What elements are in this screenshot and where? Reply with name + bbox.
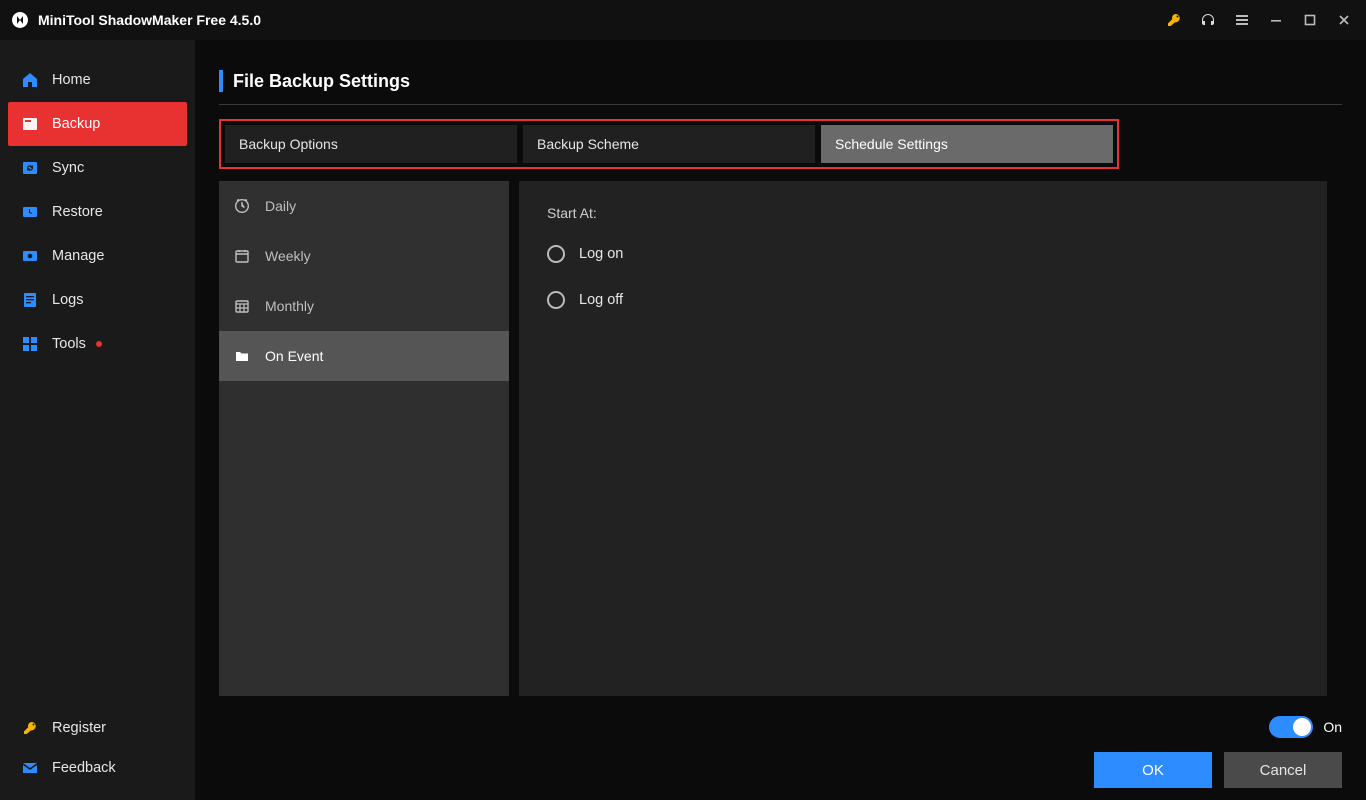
button-label: Cancel	[1260, 762, 1307, 779]
schedule-mode-label: Monthly	[265, 298, 314, 314]
sidebar-item-label: Backup	[52, 116, 100, 132]
radio-label: Log on	[579, 246, 623, 262]
sidebar-item-sync[interactable]: Sync	[8, 146, 187, 190]
start-at-label: Start At:	[547, 205, 1299, 221]
logs-icon	[20, 290, 40, 310]
sidebar-item-backup[interactable]: Backup	[8, 102, 187, 146]
cancel-button[interactable]: Cancel	[1224, 752, 1342, 788]
tools-icon	[20, 334, 40, 354]
sidebar-item-label: Register	[52, 720, 106, 736]
minimize-icon[interactable]	[1262, 6, 1290, 34]
schedule-toggle-row: On	[1269, 716, 1342, 738]
sidebar-item-logs[interactable]: Logs	[8, 278, 187, 322]
sidebar-item-manage[interactable]: Manage	[8, 234, 187, 278]
key-icon[interactable]	[1160, 6, 1188, 34]
tabs-highlight-box: Backup Options Backup Scheme Schedule Se…	[219, 119, 1119, 169]
title-accent-bar	[219, 70, 223, 92]
sidebar-item-label: Feedback	[52, 760, 116, 776]
sidebar-item-label: Manage	[52, 248, 104, 264]
toggle-label: On	[1323, 719, 1342, 735]
ok-button[interactable]: OK	[1094, 752, 1212, 788]
calendar-grid-icon	[233, 297, 251, 315]
radio-label: Log off	[579, 292, 623, 308]
app-title: MiniTool ShadowMaker Free 4.5.0	[38, 12, 261, 28]
folder-icon	[233, 347, 251, 365]
schedule-mode-list: Daily Weekly Monthly On Event	[219, 181, 509, 696]
sidebar-item-home[interactable]: Home	[8, 58, 187, 102]
tab-label: Backup Options	[239, 136, 338, 152]
footer: On OK Cancel	[1094, 716, 1342, 788]
mail-icon	[20, 758, 40, 778]
content-area: File Backup Settings Backup Options Back…	[195, 40, 1366, 800]
sidebar-item-label: Restore	[52, 204, 103, 220]
schedule-mode-label: Daily	[265, 198, 296, 214]
schedule-mode-monthly[interactable]: Monthly	[219, 281, 509, 331]
tab-backup-scheme[interactable]: Backup Scheme	[523, 125, 815, 163]
calendar-icon	[233, 247, 251, 265]
radio-icon	[547, 291, 565, 309]
divider	[219, 104, 1342, 105]
tab-label: Backup Scheme	[537, 136, 639, 152]
schedule-mode-label: On Event	[265, 348, 323, 364]
sidebar-item-restore[interactable]: Restore	[8, 190, 187, 234]
schedule-mode-weekly[interactable]: Weekly	[219, 231, 509, 281]
schedule-toggle[interactable]	[1269, 716, 1313, 738]
maximize-icon[interactable]	[1296, 6, 1324, 34]
page-title-wrap: File Backup Settings	[219, 70, 1342, 92]
radio-log-on[interactable]: Log on	[547, 245, 1299, 263]
toggle-knob-icon	[1293, 718, 1311, 736]
close-icon[interactable]	[1330, 6, 1358, 34]
sidebar-item-label: Logs	[52, 292, 83, 308]
sidebar-item-feedback[interactable]: Feedback	[8, 748, 187, 788]
tab-label: Schedule Settings	[835, 136, 948, 152]
sidebar-item-label: Home	[52, 72, 91, 88]
tab-schedule-settings[interactable]: Schedule Settings	[821, 125, 1113, 163]
schedule-mode-label: Weekly	[265, 248, 311, 264]
schedule-mode-daily[interactable]: Daily	[219, 181, 509, 231]
clock-icon	[233, 197, 251, 215]
notification-dot-icon	[96, 341, 102, 347]
key-icon	[20, 718, 40, 738]
restore-icon	[20, 202, 40, 222]
tab-backup-options[interactable]: Backup Options	[225, 125, 517, 163]
sync-icon	[20, 158, 40, 178]
titlebar: MiniTool ShadowMaker Free 4.5.0	[0, 0, 1366, 40]
headphones-icon[interactable]	[1194, 6, 1222, 34]
sidebar-item-label: Tools	[52, 336, 86, 352]
menu-icon[interactable]	[1228, 6, 1256, 34]
radio-icon	[547, 245, 565, 263]
sidebar: Home Backup Sync Restore Manage Logs	[0, 40, 195, 800]
radio-log-off[interactable]: Log off	[547, 291, 1299, 309]
event-settings-panel: Start At: Log on Log off	[519, 181, 1327, 696]
app-logo-icon	[10, 10, 30, 30]
schedule-mode-on-event[interactable]: On Event	[219, 331, 509, 381]
sidebar-item-register[interactable]: Register	[8, 708, 187, 748]
home-icon	[20, 70, 40, 90]
backup-icon	[20, 114, 40, 134]
button-label: OK	[1142, 762, 1164, 779]
sidebar-item-label: Sync	[52, 160, 84, 176]
page-title: File Backup Settings	[233, 71, 410, 92]
manage-icon	[20, 246, 40, 266]
sidebar-item-tools[interactable]: Tools	[8, 322, 187, 366]
